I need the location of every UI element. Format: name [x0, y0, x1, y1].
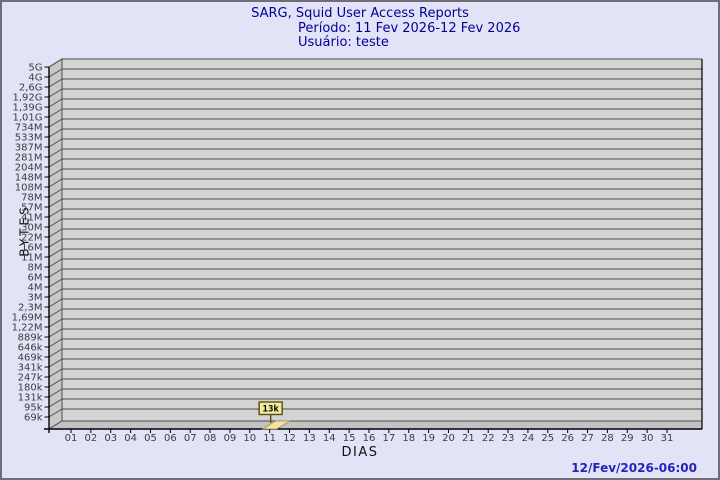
- x-tick-label: 27: [581, 433, 594, 444]
- x-tick-label: 30: [641, 433, 654, 444]
- x-tick-label: 11: [263, 433, 276, 444]
- plot-area: [62, 59, 702, 421]
- x-tick-label: 07: [184, 433, 197, 444]
- x-tick-label: 08: [204, 433, 217, 444]
- x-tick-label: 10: [243, 433, 256, 444]
- x-tick-label: 31: [661, 433, 674, 444]
- x-tick-label: 26: [561, 433, 574, 444]
- x-tick-label: 19: [422, 433, 435, 444]
- x-tick-label: 20: [442, 433, 455, 444]
- x-tick-label: 23: [502, 433, 515, 444]
- value-flag-label: 13k: [263, 405, 280, 415]
- floor-3d: [47, 420, 703, 430]
- x-tick-label: 18: [402, 433, 415, 444]
- x-tick-label: 12: [283, 433, 296, 444]
- x-tick-label: 24: [522, 433, 535, 444]
- sarg-report-canvas: SARG, Squid User Access Reports Período:…: [0, 0, 720, 480]
- x-tick-label: 17: [382, 433, 395, 444]
- x-tick-label: 16: [363, 433, 376, 444]
- y-tick-label: 69k: [24, 413, 43, 424]
- x-tick-label: 14: [323, 433, 336, 444]
- x-tick-label: 01: [65, 433, 78, 444]
- x-tick-label: 13: [303, 433, 316, 444]
- x-tick-label: 09: [224, 433, 237, 444]
- x-tick-label: 15: [343, 433, 356, 444]
- x-tick-label: 22: [482, 433, 495, 444]
- x-tick-label: 02: [84, 433, 97, 444]
- x-tick-label: 21: [462, 433, 475, 444]
- bytes-per-day-chart: 5G4G2,6G1,92G1,39G1,01G734M533M387M281M2…: [12, 58, 703, 444]
- x-tick-label: 03: [104, 433, 117, 444]
- x-tick-label: 28: [601, 433, 614, 444]
- x-tick-label: 25: [541, 433, 554, 444]
- x-tick-label: 05: [144, 433, 157, 444]
- x-tick-label: 29: [621, 433, 634, 444]
- x-tick-label: 06: [164, 433, 177, 444]
- x-tick-label: 04: [124, 433, 137, 444]
